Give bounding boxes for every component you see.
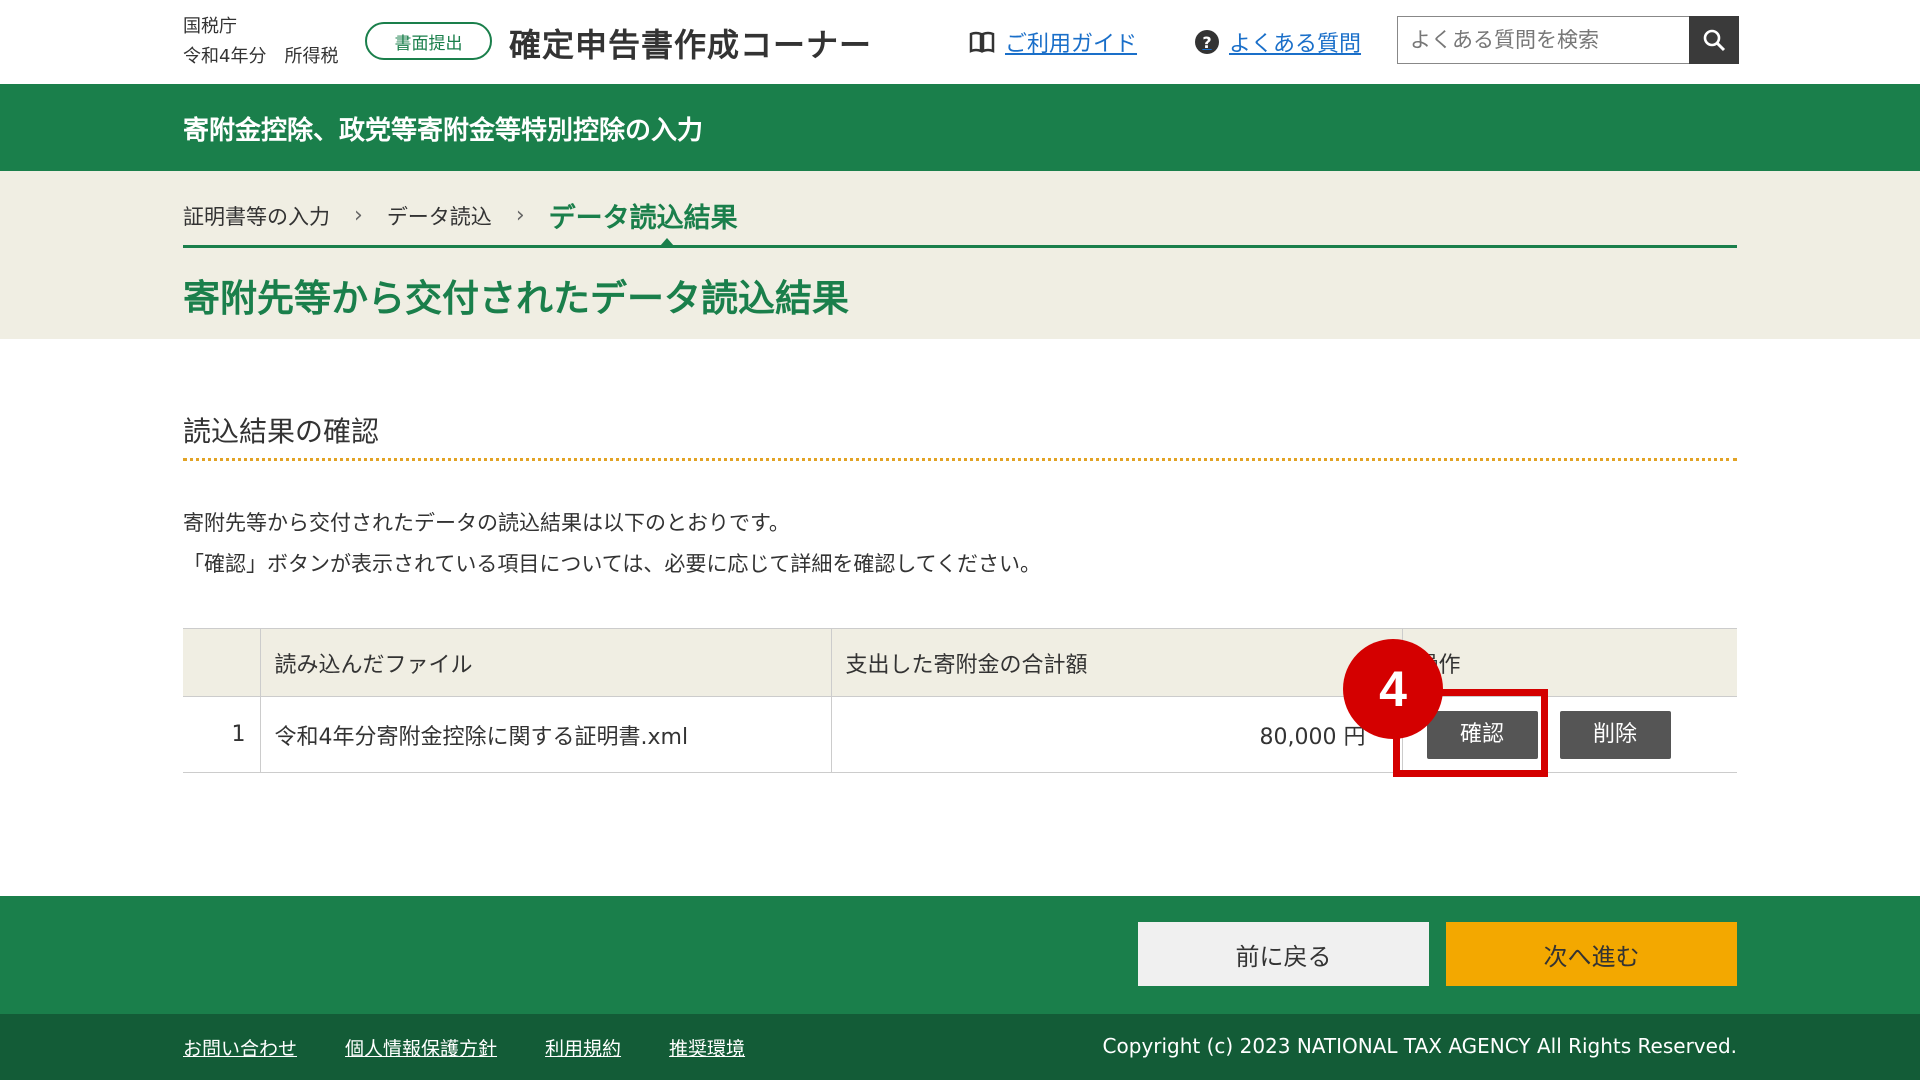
current-step-indicator — [660, 238, 674, 246]
question-icon: ? — [1195, 30, 1219, 54]
footer-links: お問い合わせ 個人情報保護方針 利用規約 推奨環境 — [183, 1034, 745, 1061]
search-button[interactable] — [1689, 16, 1739, 64]
contact-link[interactable]: お問い合わせ — [183, 1034, 297, 1061]
step-number-marker: 4 — [1343, 639, 1443, 739]
procedure-title: 寄附金控除、政党等寄附金等特別控除の入力 — [183, 116, 704, 146]
search-icon — [1703, 29, 1726, 52]
agency-name: 国税庁 — [183, 16, 237, 37]
breadcrumb: 証明書等の入力 › データ読込 › データ読込結果 — [183, 196, 738, 235]
description-line-2: 「確認」ボタンが表示されている項目については、必要に応じて詳細を確認してください… — [183, 552, 1042, 576]
faq-search — [1397, 16, 1739, 64]
row-file-name: 令和4年分寄附金控除に関する証明書.xml — [259, 696, 831, 773]
section-description: 寄附先等から交付されたデータの読込結果は以下のとおりです。 「確認」ボタンが表示… — [183, 503, 1041, 585]
section-divider — [183, 458, 1737, 461]
back-button[interactable]: 前に戻る — [1138, 922, 1429, 986]
section-title: 読込結果の確認 — [183, 415, 380, 448]
user-guide-label: ご利用ガイド — [1005, 32, 1138, 57]
breadcrumb-step-current: データ読込結果 — [548, 203, 738, 234]
step-underline — [183, 245, 1737, 248]
page-title: 寄附先等から交付されたデータ読込結果 — [183, 277, 849, 320]
agency-info: 国税庁 令和4年分 所得税 — [183, 12, 338, 72]
header-no — [183, 628, 260, 697]
submission-type-badge: 書面提出 — [365, 22, 492, 60]
breadcrumb-step-1: 証明書等の入力 — [183, 204, 330, 229]
faq-label: よくある質問 — [1229, 32, 1362, 57]
table-header-row: 読み込んだファイル 支出した寄附金の合計額 操作 — [183, 628, 1737, 697]
privacy-policy-link[interactable]: 個人情報保護方針 — [345, 1034, 497, 1061]
site-header: 国税庁 令和4年分 所得税 書面提出 確定申告書作成コーナー ご利用ガイド ? … — [0, 0, 1920, 84]
faq-search-input[interactable] — [1397, 16, 1689, 64]
header-file: 読み込んだファイル — [259, 628, 831, 697]
copyright: Copyright (c) 2023 NATIONAL TAX AGENCY A… — [1102, 1034, 1737, 1058]
recommended-env-link[interactable]: 推奨環境 — [669, 1034, 745, 1061]
breadcrumb-step-2: データ読込 — [386, 204, 492, 229]
terms-link[interactable]: 利用規約 — [545, 1034, 621, 1061]
title-bar: 寄附金控除、政党等寄附金等特別控除の入力 — [0, 84, 1920, 171]
description-line-1: 寄附先等から交付されたデータの読込結果は以下のとおりです。 — [183, 511, 790, 535]
next-button[interactable]: 次へ進む — [1446, 922, 1737, 986]
header-actions: 操作 — [1401, 628, 1737, 697]
faq-link[interactable]: ? よくある質問 — [1195, 26, 1361, 58]
tax-year-label: 令和4年分 所得税 — [183, 46, 339, 67]
user-guide-link[interactable]: ご利用ガイド — [969, 26, 1137, 58]
row-amount: 80,000 円 — [830, 696, 1402, 773]
chevron-right-icon: › — [515, 203, 525, 228]
book-icon — [969, 31, 995, 53]
delete-button[interactable]: 削除 — [1559, 710, 1671, 759]
row-number: 1 — [183, 696, 260, 773]
header-amount: 支出した寄附金の合計額 — [830, 628, 1402, 697]
site-title: 確定申告書作成コーナー — [509, 26, 873, 64]
chevron-right-icon: › — [354, 203, 363, 228]
